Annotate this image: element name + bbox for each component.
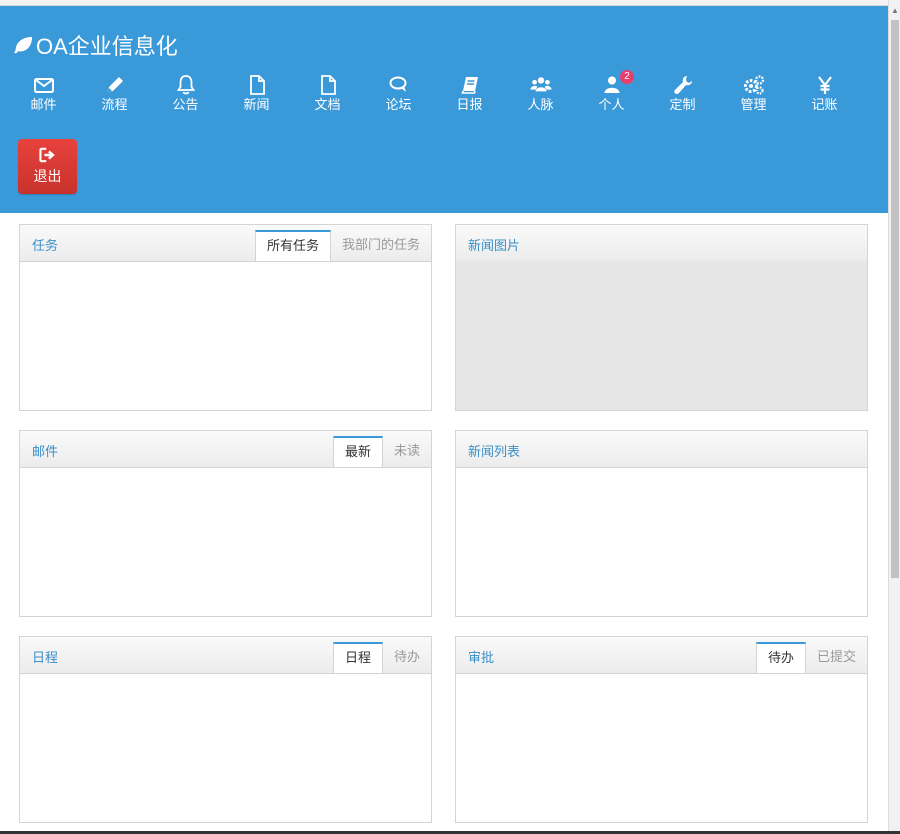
nav-label: 邮件 <box>30 97 57 112</box>
panel-mail: 邮件 最新 未读 <box>19 430 432 617</box>
wrench-icon <box>673 76 692 95</box>
nav-label: 个人 <box>598 97 625 112</box>
panel-title: 日程 <box>32 650 59 665</box>
book-icon <box>460 77 478 94</box>
panel-title: 新闻列表 <box>468 444 521 459</box>
chat-icon <box>389 76 406 92</box>
nav-item-mail[interactable]: 邮件 <box>8 74 79 118</box>
panel-body <box>20 261 431 410</box>
panel-header: 新闻图片 <box>456 225 867 262</box>
panel-body <box>456 673 867 822</box>
nav-item-docs[interactable]: 文档 <box>292 74 363 118</box>
gears-icon <box>743 75 764 95</box>
yen-icon <box>817 76 832 94</box>
nav-label: 管理 <box>740 97 767 112</box>
brand[interactable]: OA企业信息化 <box>12 33 178 59</box>
panel-header: 审批 待办 已提交 <box>456 637 867 674</box>
panel-body <box>456 467 867 616</box>
panel-tasks: 任务 所有任务 我部门的任务 <box>19 224 432 411</box>
vertical-scrollbar[interactable]: ▲ <box>888 0 900 834</box>
nav-item-contacts[interactable]: 人脉 <box>505 74 576 118</box>
nav-item-customize[interactable]: 定制 <box>647 74 718 118</box>
notification-badge: 2 <box>620 70 634 84</box>
tab-group: 最新 未读 <box>332 436 431 468</box>
nav-item-daily[interactable]: 日报 <box>434 74 505 118</box>
tab-schedule[interactable]: 日程 <box>332 642 383 673</box>
file-icon <box>249 75 265 95</box>
panel-header: 日程 日程 待办 <box>20 637 431 674</box>
news-image-area <box>456 261 867 410</box>
brand-title: OA企业信息化 <box>36 34 178 59</box>
nav-label: 论坛 <box>385 97 412 112</box>
scroll-up-arrow-icon[interactable]: ▲ <box>891 6 899 16</box>
nav-item-personal[interactable]: 个人 2 <box>576 70 647 118</box>
users-icon <box>529 77 552 92</box>
nav-item-workflow[interactable]: 流程 <box>79 74 150 118</box>
leaf-icon <box>13 36 33 54</box>
tab-group: 待办 已提交 <box>755 642 867 674</box>
file-icon <box>320 75 336 95</box>
tab-unread[interactable]: 未读 <box>383 436 431 467</box>
nav-label: 记账 <box>811 97 838 112</box>
panel-title: 审批 <box>468 650 495 665</box>
nav-label: 定制 <box>669 97 696 112</box>
tab-todo[interactable]: 待办 <box>383 642 431 673</box>
envelope-icon <box>33 78 54 93</box>
main-nav: 邮件 流程 公告 新闻 文档 论坛 日报 人脉 个人 2 定制 管理 记账 <box>8 70 860 118</box>
top-header: OA企业信息化 邮件 流程 公告 新闻 文档 论坛 日报 人脉 个人 2 定制 … <box>0 6 888 213</box>
nav-item-notice[interactable]: 公告 <box>150 74 221 118</box>
nav-item-forum[interactable]: 论坛 <box>363 74 434 118</box>
tab-submitted[interactable]: 已提交 <box>806 642 867 673</box>
logout-label: 退出 <box>33 168 62 184</box>
panel-header: 邮件 最新 未读 <box>20 431 431 468</box>
panel-title: 邮件 <box>32 444 59 459</box>
bell-icon <box>176 75 195 95</box>
nav-label: 新闻 <box>243 97 270 112</box>
panel-schedule: 日程 日程 待办 <box>19 636 432 823</box>
nav-label: 流程 <box>101 97 128 112</box>
tab-all-tasks[interactable]: 所有任务 <box>254 230 331 261</box>
nav-label: 人脉 <box>527 97 554 112</box>
nav-item-news[interactable]: 新闻 <box>221 74 292 118</box>
tab-latest[interactable]: 最新 <box>332 436 383 467</box>
tab-group: 所有任务 我部门的任务 <box>254 230 431 262</box>
nav-label: 日报 <box>456 97 483 112</box>
sign-out-icon <box>38 147 55 163</box>
pencil-icon <box>107 77 123 92</box>
tab-department-tasks[interactable]: 我部门的任务 <box>331 230 431 261</box>
nav-label: 文档 <box>314 97 341 112</box>
scrollbar-thumb[interactable] <box>891 20 899 578</box>
nav-item-admin[interactable]: 管理 <box>718 74 789 118</box>
panel-header: 任务 所有任务 我部门的任务 <box>20 225 431 262</box>
panel-body <box>20 673 431 822</box>
panel-title: 新闻图片 <box>468 238 521 253</box>
nav-item-accounting[interactable]: 记账 <box>789 74 860 118</box>
panel-title: 任务 <box>32 238 59 253</box>
panel-news-list: 新闻列表 <box>455 430 868 617</box>
panel-approval: 审批 待办 已提交 <box>455 636 868 823</box>
tab-group: 日程 待办 <box>332 642 431 674</box>
nav-label: 公告 <box>172 97 199 112</box>
logout-button[interactable]: 退出 <box>18 139 77 194</box>
panel-header: 新闻列表 <box>456 431 867 468</box>
panel-news-images: 新闻图片 <box>455 224 868 411</box>
tab-pending[interactable]: 待办 <box>755 642 806 673</box>
panel-body <box>20 467 431 616</box>
